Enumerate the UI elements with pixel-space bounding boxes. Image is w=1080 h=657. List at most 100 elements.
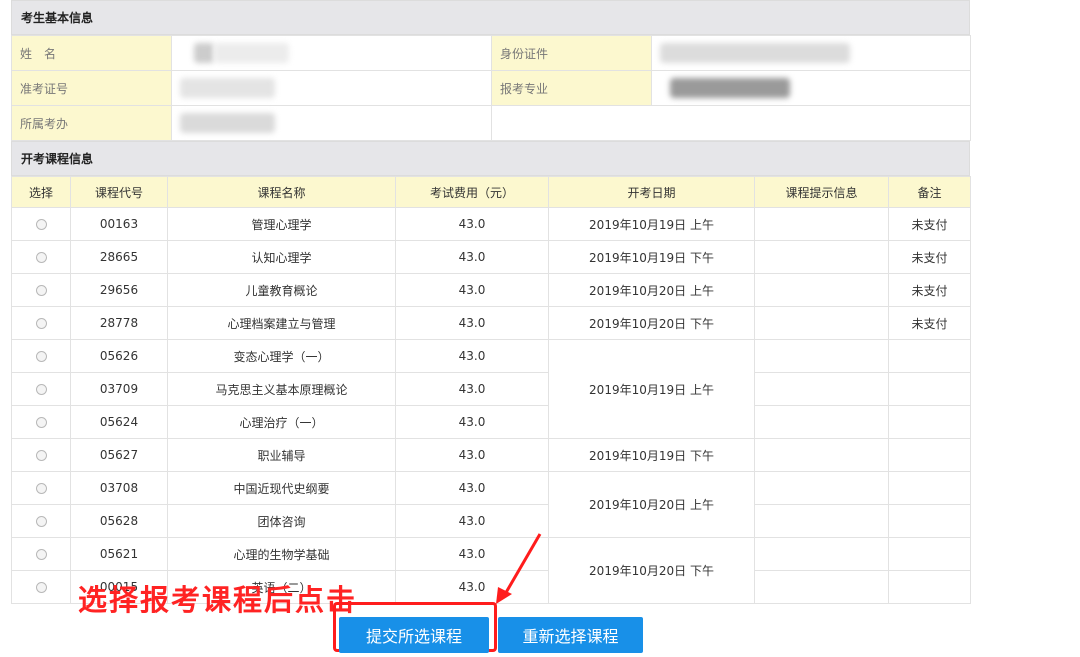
course-radio[interactable] <box>35 483 47 494</box>
course-hint <box>754 504 889 538</box>
course-fee: 43.0 <box>395 207 549 241</box>
table-row: 29656 儿童教育概论 43.0 2019年10月20日 上午 未支付 <box>11 273 971 307</box>
course-note: 未支付 <box>888 306 971 340</box>
table-row: 03709 马克思主义基本原理概论 43.0 <box>11 372 971 406</box>
course-radio[interactable] <box>35 252 47 263</box>
course-radio[interactable] <box>35 450 47 461</box>
course-note <box>888 570 971 604</box>
course-name: 心理档案建立与管理 <box>167 306 396 340</box>
office-value <box>171 105 492 141</box>
courses-header-row: 选择 课程代号 课程名称 考试费用（元） 开考日期 课程提示信息 备注 <box>11 176 971 208</box>
course-name: 管理心理学 <box>167 207 396 241</box>
course-code: 28778 <box>70 306 168 340</box>
select-cell[interactable] <box>11 372 71 406</box>
table-row: 28665 认知心理学 43.0 2019年10月19日 下午 未支付 <box>11 240 971 274</box>
basic-info-header: 考生基本信息 <box>11 0 970 35</box>
course-note: 未支付 <box>888 207 971 241</box>
id-label: 身份证件 <box>491 35 652 71</box>
course-radio[interactable] <box>35 219 47 230</box>
ticket-label: 准考证号 <box>11 70 172 106</box>
reset-selection-button[interactable]: 重新选择课程 <box>498 617 643 653</box>
course-fee: 43.0 <box>395 339 549 373</box>
course-code: 05627 <box>70 438 168 472</box>
exam-date: 2019年10月20日 上午 <box>548 471 755 538</box>
redacted-ticket <box>180 78 275 98</box>
course-name: 儿童教育概论 <box>167 273 396 307</box>
course-hint <box>754 306 889 340</box>
course-note <box>888 438 971 472</box>
column-header: 考试费用（元） <box>395 176 549 208</box>
submit-courses-button[interactable]: 提交所选课程 <box>339 617 489 653</box>
column-header: 选择 <box>11 176 71 208</box>
course-fee: 43.0 <box>395 273 549 307</box>
course-hint <box>754 207 889 241</box>
select-cell[interactable] <box>11 471 71 505</box>
course-name: 心理的生物学基础 <box>167 537 396 571</box>
select-cell[interactable] <box>11 570 71 604</box>
course-code: 03709 <box>70 372 168 406</box>
course-radio[interactable] <box>35 384 47 395</box>
select-cell[interactable] <box>11 207 71 241</box>
office-label: 所属考办 <box>11 105 172 141</box>
ticket-value <box>171 70 492 106</box>
course-radio[interactable] <box>35 582 47 593</box>
select-cell[interactable] <box>11 240 71 274</box>
arrow-icon <box>496 533 542 604</box>
column-header: 开考日期 <box>548 176 755 208</box>
course-radio[interactable] <box>35 318 47 329</box>
course-code: 05621 <box>70 537 168 571</box>
exam-date: 2019年10月19日 上午 <box>548 339 755 439</box>
course-note <box>888 504 971 538</box>
course-code: 03708 <box>70 471 168 505</box>
course-name: 变态心理学（一） <box>167 339 396 373</box>
table-row: 28778 心理档案建立与管理 43.0 2019年10月20日 下午 未支付 <box>11 306 971 340</box>
redacted-id <box>660 43 850 63</box>
course-code: 05626 <box>70 339 168 373</box>
select-cell[interactable] <box>11 405 71 439</box>
table-row: 03708 中国近现代史纲要 43.0 2019年10月20日 上午 <box>11 471 971 538</box>
exam-date: 2019年10月20日 下午 <box>548 306 755 340</box>
info-row: 准考证号 报考专业 <box>11 70 971 106</box>
course-hint <box>754 273 889 307</box>
course-fee: 43.0 <box>395 372 549 406</box>
course-radio[interactable] <box>35 516 47 527</box>
course-note <box>888 339 971 373</box>
course-note <box>888 471 971 505</box>
basic-info-table: 姓 名 身份证件 准考证号 报考专业 所属考办 <box>11 35 971 141</box>
course-hint <box>754 570 889 604</box>
course-radio[interactable] <box>35 285 47 296</box>
select-cell[interactable] <box>11 273 71 307</box>
exam-date: 2019年10月20日 上午 <box>548 273 755 307</box>
course-hint <box>754 438 889 472</box>
column-header: 课程提示信息 <box>754 176 889 208</box>
select-cell[interactable] <box>11 339 71 373</box>
name-value <box>171 35 492 71</box>
course-hint <box>754 240 889 274</box>
course-note: 未支付 <box>888 273 971 307</box>
course-name: 职业辅导 <box>167 438 396 472</box>
info-row: 姓 名 身份证件 <box>11 35 971 71</box>
course-note <box>888 537 971 571</box>
course-fee: 43.0 <box>395 405 549 439</box>
course-radio[interactable] <box>35 549 47 560</box>
course-note: 未支付 <box>888 240 971 274</box>
select-cell[interactable] <box>11 438 71 472</box>
redacted-name-tail <box>214 43 289 63</box>
table-row: 00163 管理心理学 43.0 2019年10月19日 上午 未支付 <box>11 207 971 241</box>
course-radio[interactable] <box>35 417 47 428</box>
course-name: 认知心理学 <box>167 240 396 274</box>
column-header: 课程代号 <box>70 176 168 208</box>
major-label: 报考专业 <box>491 70 652 106</box>
course-code: 05624 <box>70 405 168 439</box>
column-header: 备注 <box>888 176 971 208</box>
select-cell[interactable] <box>11 504 71 538</box>
select-cell[interactable] <box>11 537 71 571</box>
course-radio[interactable] <box>35 351 47 362</box>
course-note <box>888 372 971 406</box>
course-code: 05628 <box>70 504 168 538</box>
course-fee: 43.0 <box>395 471 549 505</box>
exam-date: 2019年10月19日 下午 <box>548 240 755 274</box>
course-name: 团体咨询 <box>167 504 396 538</box>
column-header: 课程名称 <box>167 176 396 208</box>
select-cell[interactable] <box>11 306 71 340</box>
